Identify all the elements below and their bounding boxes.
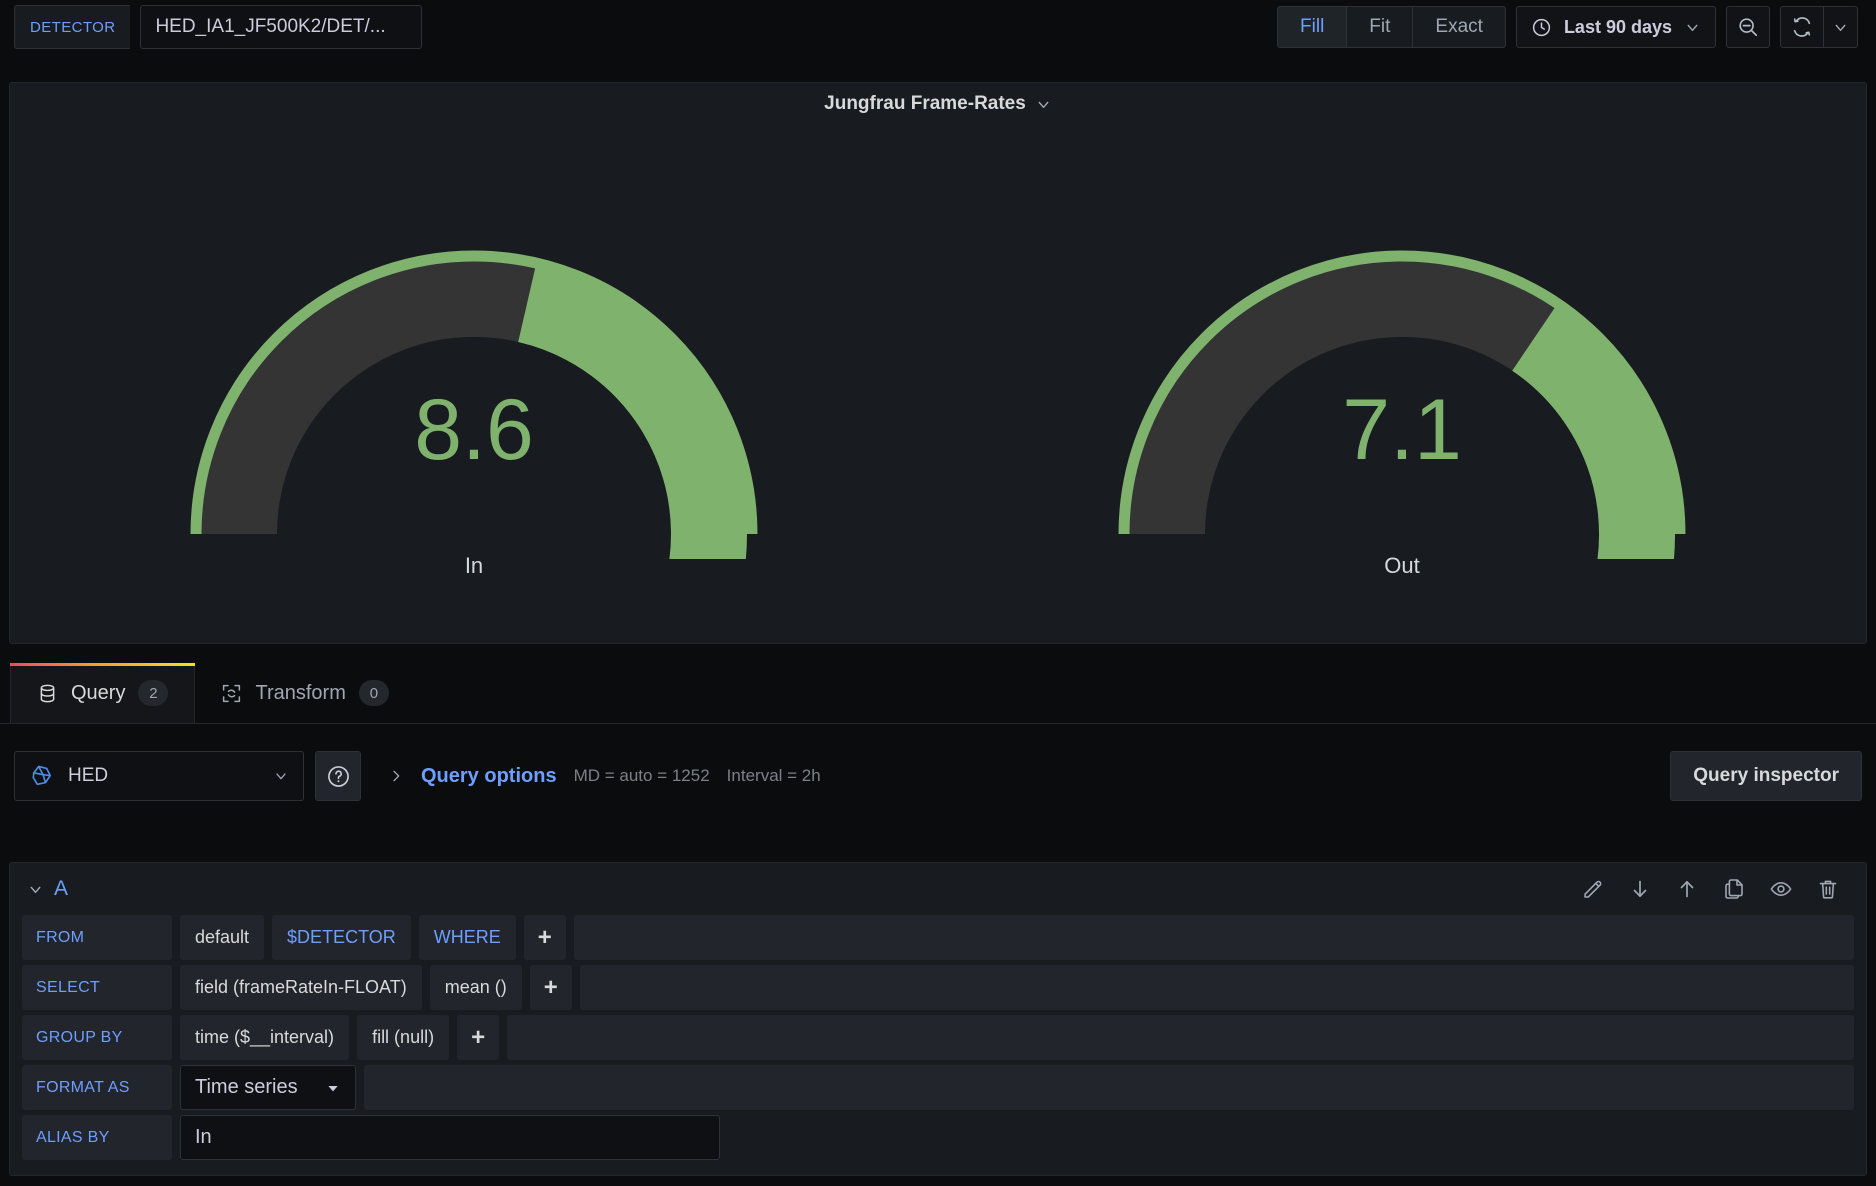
tab-query-label: Query bbox=[71, 681, 126, 704]
gauge-group: 8.6 In 7.1 Out bbox=[10, 125, 1866, 625]
tab-query[interactable]: Query 2 bbox=[10, 663, 196, 723]
toolbar-right-controls: Fill Fit Exact Last 90 days bbox=[1277, 6, 1862, 48]
select-row-filler bbox=[579, 965, 1854, 1010]
query-ref-id[interactable]: A bbox=[54, 877, 68, 901]
gauge-out-svg: 7.1 bbox=[1118, 250, 1686, 559]
zoom-mode-exact[interactable]: Exact bbox=[1412, 6, 1506, 48]
select-add-button[interactable]: + bbox=[529, 965, 572, 1010]
format-as-label: FORMAT AS bbox=[22, 1065, 172, 1110]
refresh-icon bbox=[1791, 16, 1813, 38]
transform-icon bbox=[221, 683, 242, 704]
gauge-in-value: 8.6 bbox=[414, 382, 534, 478]
select-aggregate-segment[interactable]: mean () bbox=[429, 965, 522, 1010]
query-editor-header: A bbox=[10, 863, 1866, 915]
from-where-label: WHERE bbox=[418, 915, 516, 960]
from-row-filler bbox=[573, 915, 1854, 960]
select-label: SELECT bbox=[22, 965, 172, 1010]
clock-icon bbox=[1531, 17, 1552, 38]
edit-query-icon[interactable] bbox=[1581, 877, 1605, 901]
group-by-label: GROUP BY bbox=[22, 1015, 172, 1060]
interval-info: Interval = 2h bbox=[726, 766, 821, 785]
remove-query-icon[interactable] bbox=[1816, 877, 1840, 901]
datasource-name: HED bbox=[68, 765, 109, 786]
query-row-alias-by: ALIAS BY In bbox=[22, 1115, 1854, 1160]
visualization-panel: Jungfrau Frame-Rates 8.6 In 7.1 Out bbox=[9, 82, 1867, 644]
refresh-button[interactable] bbox=[1780, 6, 1824, 48]
alias-by-label: ALIAS BY bbox=[22, 1115, 172, 1160]
query-inspector-button[interactable]: Query inspector bbox=[1670, 751, 1862, 801]
grafana-panel-edit-page: DETECTOR HED_IA1_JF500K2/DET/... Fill Fi… bbox=[0, 0, 1876, 1186]
gauge-in-label: In bbox=[464, 553, 484, 578]
move-up-icon[interactable] bbox=[1675, 877, 1699, 901]
chevron-down-icon[interactable] bbox=[22, 881, 48, 898]
time-range-picker[interactable]: Last 90 days bbox=[1515, 6, 1716, 48]
query-action-buttons bbox=[1581, 877, 1854, 901]
tab-transform[interactable]: Transform 0 bbox=[195, 663, 414, 723]
query-row-format-as: FORMAT AS Time series bbox=[22, 1065, 1854, 1110]
question-circle-icon bbox=[326, 764, 351, 789]
influxdb-icon bbox=[29, 763, 55, 789]
query-editor-card: A FROM default $DETECTOR WHERE + SELECT … bbox=[9, 862, 1867, 1176]
alias-by-input[interactable]: In bbox=[180, 1115, 720, 1160]
query-row-from: FROM default $DETECTOR WHERE + bbox=[22, 915, 1854, 960]
gauge-out-label: Out bbox=[1384, 553, 1420, 578]
chevron-down-icon bbox=[273, 768, 289, 784]
refresh-controls bbox=[1780, 6, 1858, 48]
time-range-label: Last 90 days bbox=[1563, 16, 1672, 37]
top-toolbar: DETECTOR HED_IA1_JF500K2/DET/... Fill Fi… bbox=[0, 0, 1876, 54]
detector-variable-value[interactable]: HED_IA1_JF500K2/DET/... bbox=[140, 5, 423, 49]
zoom-mode-fill[interactable]: Fill bbox=[1277, 6, 1348, 48]
duplicate-query-icon[interactable] bbox=[1722, 877, 1746, 901]
from-add-where-button[interactable]: + bbox=[523, 915, 566, 960]
tab-transform-label: Transform bbox=[255, 681, 346, 704]
move-down-icon[interactable] bbox=[1628, 877, 1652, 901]
detector-variable-label: DETECTOR bbox=[14, 5, 131, 49]
query-editor-rows: FROM default $DETECTOR WHERE + SELECT fi… bbox=[10, 915, 1866, 1160]
chevron-down-icon bbox=[325, 1080, 341, 1096]
query-row-select: SELECT field (frameRateIn-FLOAT) mean ()… bbox=[22, 965, 1854, 1010]
datasource-help-button[interactable] bbox=[315, 751, 361, 801]
tab-transform-count: 0 bbox=[358, 680, 389, 706]
datasource-picker[interactable]: HED bbox=[14, 751, 304, 801]
gauge-in-svg: 8.6 bbox=[190, 250, 758, 559]
chevron-down-icon bbox=[1684, 19, 1701, 36]
chevron-right-icon[interactable] bbox=[388, 768, 404, 784]
group-by-row-filler bbox=[507, 1015, 1854, 1060]
hide-query-icon[interactable] bbox=[1769, 877, 1793, 901]
query-options: Query options MD = auto = 1252 Interval … bbox=[372, 751, 1659, 801]
query-row-group-by: GROUP BY time ($__interval) fill (null) … bbox=[22, 1015, 1854, 1060]
format-as-value: Time series bbox=[195, 1076, 298, 1098]
query-options-label[interactable]: Query options bbox=[421, 765, 557, 788]
format-as-row-filler bbox=[364, 1065, 1854, 1110]
group-by-add-button[interactable]: + bbox=[457, 1015, 500, 1060]
gauge-out-value: 7.1 bbox=[1342, 382, 1462, 478]
chevron-down-icon bbox=[1832, 19, 1849, 36]
from-measurement-segment[interactable]: $DETECTOR bbox=[272, 915, 411, 960]
refresh-interval-button[interactable] bbox=[1824, 6, 1858, 48]
zoom-mode-fit[interactable]: Fit bbox=[1346, 6, 1414, 48]
panel-title[interactable]: Jungfrau Frame-Rates bbox=[824, 93, 1026, 115]
editor-tabs: Query 2 Transform 0 bbox=[0, 662, 1876, 724]
group-by-time-segment[interactable]: time ($__interval) bbox=[180, 1015, 350, 1060]
group-by-fill-segment[interactable]: fill (null) bbox=[357, 1015, 450, 1060]
panel-header: Jungfrau Frame-Rates bbox=[10, 83, 1866, 125]
zoom-out-button[interactable] bbox=[1726, 6, 1770, 48]
tab-query-count: 2 bbox=[138, 680, 169, 706]
from-label: FROM bbox=[22, 915, 172, 960]
zoom-out-icon bbox=[1737, 16, 1759, 38]
max-data-points-info: MD = auto = 1252 bbox=[573, 766, 710, 785]
chevron-down-icon[interactable] bbox=[1035, 96, 1052, 113]
detector-variable: DETECTOR HED_IA1_JF500K2/DET/... bbox=[14, 5, 423, 49]
database-icon bbox=[37, 683, 58, 704]
select-field-segment[interactable]: field (frameRateIn-FLOAT) bbox=[180, 965, 422, 1010]
gauge-out: 7.1 Out bbox=[1022, 129, 1782, 579]
gauge-in: 8.6 In bbox=[94, 129, 854, 579]
format-as-select[interactable]: Time series bbox=[180, 1065, 356, 1110]
datasource-row: HED Query options MD = auto = 1252 Inter… bbox=[0, 748, 1876, 804]
zoom-mode-group: Fill Fit Exact bbox=[1277, 6, 1506, 48]
from-policy-segment[interactable]: default bbox=[180, 915, 265, 960]
